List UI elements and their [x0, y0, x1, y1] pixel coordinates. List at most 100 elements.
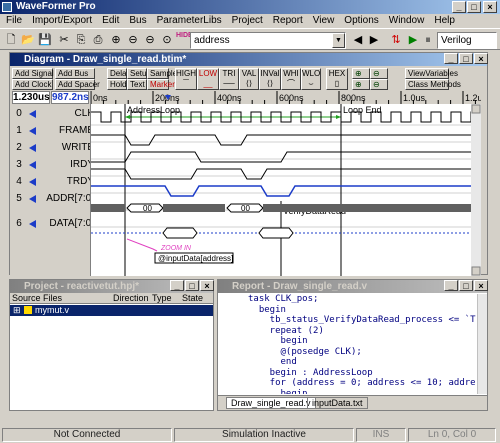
menu-bus[interactable]: Bus [129, 15, 146, 26]
addr-value-2: 00 [241, 204, 250, 213]
menu-importexport[interactable]: Import/Export [32, 15, 92, 26]
trdy-waveform[interactable] [91, 185, 471, 197]
col-type[interactable]: Type [152, 293, 172, 304]
add-clock-button[interactable]: Add Clock [12, 79, 53, 90]
menu-view[interactable]: View [313, 15, 335, 26]
zoom-out-icon[interactable]: ⊖ [125, 32, 141, 48]
project-close-button[interactable]: × [200, 280, 214, 291]
project-maximize-button[interactable]: □ [185, 280, 199, 291]
col-state[interactable]: State [182, 293, 203, 304]
tab-draw-single-read[interactable]: Draw_single_read.v [226, 397, 316, 409]
zoom-in-icon[interactable]: ⊕ [108, 32, 124, 48]
print-icon[interactable]: ⎙ [90, 32, 106, 48]
hold-button[interactable]: Hold [107, 79, 127, 90]
menu-parameterlibs[interactable]: ParameterLibs [157, 15, 222, 26]
pause-icon[interactable]: ⏸ [420, 32, 436, 48]
report-vertical-scrollbar[interactable] [477, 294, 487, 394]
zoom-in-small-icon[interactable]: ⊕ [352, 68, 370, 79]
simulate-icon[interactable]: ⇅ [388, 32, 404, 48]
project-minimize-button[interactable]: _ [170, 280, 184, 291]
zoom-range-icon[interactable]: ⊖ [142, 32, 158, 48]
save-icon[interactable]: 💾 [37, 32, 53, 48]
data-bus-waveform[interactable] [91, 227, 471, 239]
val-button[interactable]: VAL ⟨⟩ [239, 68, 259, 90]
col-direction[interactable]: Direction [113, 293, 149, 304]
add-signal-button[interactable]: Add Signal [12, 68, 54, 79]
signal-row[interactable]: 3 IRDY [10, 156, 100, 173]
zoom-out-small-icon[interactable]: ⊖ [370, 68, 388, 79]
menu-window[interactable]: Window [389, 15, 425, 26]
app-icon [2, 2, 12, 12]
wlo-button[interactable]: WLO ⌣ [301, 68, 321, 90]
cut-icon[interactable]: ✂ [56, 32, 72, 48]
sample-button[interactable]: Sample [147, 68, 177, 79]
find-previous-icon[interactable]: ◀ [350, 32, 366, 48]
menu-edit[interactable]: Edit [102, 15, 119, 26]
signal-row[interactable]: 0 CLK [10, 105, 100, 122]
menu-report[interactable]: Report [273, 15, 303, 26]
col-source-files[interactable]: Source Files [12, 293, 62, 304]
new-file-icon[interactable]: 🗋 [3, 32, 19, 48]
marker-button[interactable]: Marker [147, 79, 175, 90]
menu-project[interactable]: Project [232, 15, 263, 26]
zoom-left-icon[interactable]: ⊕ [352, 79, 370, 90]
class-methods-button[interactable]: Class Methods [405, 79, 461, 90]
frame-waveform[interactable] [91, 134, 471, 146]
signal-row[interactable]: 5 ADDR[7:0] [10, 190, 100, 207]
diagram-window: Diagram - Draw_single_read.btim* _ □ × A… [9, 52, 500, 276]
delay-button[interactable]: Delay [107, 68, 130, 79]
irdy-waveform[interactable] [91, 168, 471, 180]
add-spacer-button[interactable]: Add Spacer [55, 79, 100, 90]
signal-row[interactable]: 4 TRDY [10, 173, 100, 190]
whi-button[interactable]: WHI ⌒ [281, 68, 301, 90]
minimize-button[interactable]: _ [452, 1, 466, 13]
project-file-row[interactable]: ⊞ mymut.v [10, 305, 213, 316]
expand-icon[interactable]: ⊞ [13, 305, 21, 316]
menu-file[interactable]: File [6, 15, 22, 26]
scroll-down-icon[interactable] [471, 266, 481, 276]
report-code-view[interactable]: task CLK_pos; begin tb_status_VerifyData… [248, 294, 476, 394]
menu-help[interactable]: Help [434, 15, 455, 26]
find-next-icon[interactable]: ▶ [366, 32, 382, 48]
search-combo[interactable]: address ▼ [190, 32, 346, 49]
view-variables-button[interactable]: ViewVariables [405, 68, 458, 79]
project-column-header: Source Files Direction Type State [10, 293, 213, 304]
setup-button[interactable]: Setup [127, 68, 151, 79]
wave-vertical-scrollbar[interactable] [471, 104, 481, 276]
low-button[interactable]: LOW __ [197, 68, 219, 90]
scroll-up-icon[interactable] [471, 104, 481, 114]
report-close-button[interactable]: × [474, 280, 488, 291]
zoom-right-icon[interactable]: ⊖ [370, 79, 388, 90]
waveform-canvas[interactable]: 0ns200ns400ns600ns800ns1.0us1.2us Addres… [90, 91, 500, 276]
text-button[interactable]: Text [127, 79, 147, 90]
signal-row[interactable]: 1 FRAME [10, 122, 100, 139]
signal-row[interactable]: 2 WRITE [10, 139, 100, 156]
inval-button[interactable]: INVal ⟨⟩ [259, 68, 281, 90]
signal-row[interactable]: 6 DATA[7:0] [10, 215, 100, 232]
add-bus-button[interactable]: Add Bus [55, 68, 95, 79]
diagram-close-button[interactable]: × [474, 53, 488, 64]
ruler-tick-label: 1.0us [403, 93, 426, 103]
maximize-button[interactable]: □ [467, 1, 481, 13]
copy-icon[interactable]: ⎘ [73, 32, 89, 48]
diagram-minimize-button[interactable]: _ [444, 53, 458, 64]
high-button[interactable]: HIGH ‾‾ [175, 68, 197, 90]
addr-bus-waveform[interactable]: 00 00 [91, 203, 471, 213]
tab-input-data[interactable]: inputData.txt [307, 397, 368, 409]
menu-options[interactable]: Options [344, 15, 378, 26]
waveform-svg[interactable]: 0ns200ns400ns600ns800ns1.0us1.2us Addres… [90, 91, 500, 276]
report-minimize-button[interactable]: _ [444, 280, 458, 291]
open-folder-icon[interactable]: 📂 [20, 32, 36, 48]
signal-name: DATA[7:0] [49, 218, 94, 229]
run-icon[interactable]: ▶ [405, 32, 421, 48]
hex-button[interactable]: HEX ▯ [326, 68, 348, 90]
close-button[interactable]: × [483, 1, 497, 13]
chevron-down-icon[interactable]: ▼ [332, 33, 345, 48]
project-window: Project - reactivetut.hpj* _ □ × Source … [9, 279, 214, 411]
diagram-maximize-button[interactable]: □ [459, 53, 473, 64]
language-combo[interactable]: Verilog [437, 32, 497, 49]
report-maximize-button[interactable]: □ [459, 280, 473, 291]
write-waveform[interactable] [91, 151, 471, 163]
tri-button[interactable]: TRI ── [219, 68, 239, 90]
zoom-fit-icon[interactable]: ⊙ [159, 32, 175, 48]
